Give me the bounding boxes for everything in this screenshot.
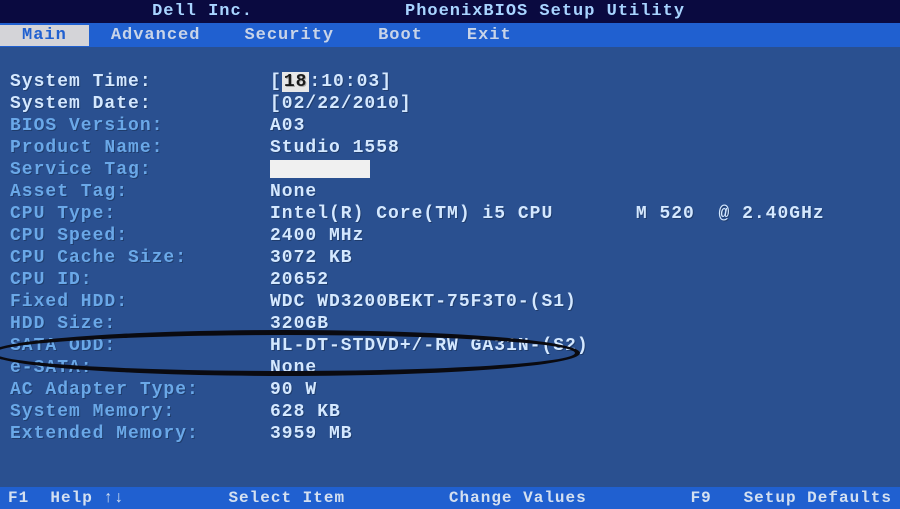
value-product-name: Studio 1558 (270, 137, 890, 159)
footer-change-values: Change Values (449, 489, 587, 507)
label-extended-memory: Extended Memory: (10, 423, 270, 445)
footer-help-bar: F1 Help ↑↓ Select Item Change Values F9 … (0, 487, 900, 509)
time-hour-selected[interactable]: 18 (282, 72, 310, 92)
value-cpu-type: Intel(R) Core(TM) i5 CPU M 520 @ 2.40GHz (270, 203, 890, 225)
main-panel: System Time: [18:10:03] System Date: [02… (0, 47, 900, 487)
tab-exit[interactable]: Exit (445, 25, 534, 46)
footer-f1-help: F1 Help ↑↓ (8, 489, 125, 507)
row-cpu-id: CPU ID: 20652 (10, 269, 890, 291)
row-fixed-hdd: Fixed HDD: WDC WD3200BEKT-75F3T0-(S1) (10, 291, 890, 313)
value-extended-memory: 3959 MB (270, 423, 890, 445)
row-product-name: Product Name: Studio 1558 (10, 137, 890, 159)
row-cpu-speed: CPU Speed: 2400 MHz (10, 225, 890, 247)
tab-main[interactable]: Main (0, 25, 89, 46)
row-system-date[interactable]: System Date: [02/22/2010] (10, 93, 890, 115)
bios-title: PhoenixBIOS Setup Utility (405, 2, 900, 21)
menu-bar: Main Advanced Security Boot Exit (0, 23, 900, 47)
value-cpu-speed: 2400 MHz (270, 225, 890, 247)
label-esata: e-SATA: (10, 357, 270, 379)
row-bios-version: BIOS Version: A03 (10, 115, 890, 137)
label-fixed-hdd: Fixed HDD: (10, 291, 270, 313)
label-cpu-id: CPU ID: (10, 269, 270, 291)
row-asset-tag: Asset Tag: None (10, 181, 890, 203)
row-service-tag: Service Tag: (10, 159, 890, 181)
label-system-memory: System Memory: (10, 401, 270, 423)
row-ac-adapter: AC Adapter Type: 90 W (10, 379, 890, 401)
value-hdd-size: 320GB (270, 313, 890, 335)
label-service-tag: Service Tag: (10, 159, 270, 181)
tab-boot[interactable]: Boot (356, 25, 445, 46)
row-cpu-cache: CPU Cache Size: 3072 KB (10, 247, 890, 269)
label-asset-tag: Asset Tag: (10, 181, 270, 203)
value-ac-adapter: 90 W (270, 379, 890, 401)
bios-header: Dell Inc. PhoenixBIOS Setup Utility (0, 0, 900, 23)
tab-advanced[interactable]: Advanced (89, 25, 223, 46)
value-cpu-id: 20652 (270, 269, 890, 291)
tab-security[interactable]: Security (222, 25, 356, 46)
row-esata: e-SATA: None (10, 357, 890, 379)
label-bios-version: BIOS Version: (10, 115, 270, 137)
row-system-memory: System Memory: 628 KB (10, 401, 890, 423)
row-cpu-type: CPU Type: Intel(R) Core(TM) i5 CPU M 520… (10, 203, 890, 225)
value-system-time[interactable]: [18:10:03] (270, 71, 890, 93)
value-service-tag (270, 159, 890, 181)
label-product-name: Product Name: (10, 137, 270, 159)
value-system-memory: 628 KB (270, 401, 890, 423)
service-tag-redacted (270, 160, 370, 178)
value-sata-odd: HL-DT-STDVD+/-RW GA31N-(S2) (270, 335, 890, 357)
label-sata-odd: SATA ODD: (10, 335, 270, 357)
value-cpu-cache: 3072 KB (270, 247, 890, 269)
value-esata: None (270, 357, 890, 379)
row-extended-memory: Extended Memory: 3959 MB (10, 423, 890, 445)
manufacturer-label: Dell Inc. (0, 2, 405, 21)
label-system-time: System Time: (10, 71, 270, 93)
label-cpu-cache: CPU Cache Size: (10, 247, 270, 269)
row-sata-odd: SATA ODD: HL-DT-STDVD+/-RW GA31N-(S2) (10, 335, 890, 357)
footer-f9-defaults: F9 Setup Defaults (691, 489, 892, 507)
row-hdd-size: HDD Size: 320GB (10, 313, 890, 335)
label-ac-adapter: AC Adapter Type: (10, 379, 270, 401)
value-bios-version: A03 (270, 115, 890, 137)
label-system-date: System Date: (10, 93, 270, 115)
footer-select-item: Select Item (228, 489, 345, 507)
value-fixed-hdd: WDC WD3200BEKT-75F3T0-(S1) (270, 291, 890, 313)
row-system-time[interactable]: System Time: [18:10:03] (10, 71, 890, 93)
value-asset-tag: None (270, 181, 890, 203)
label-cpu-type: CPU Type: (10, 203, 270, 225)
label-cpu-speed: CPU Speed: (10, 225, 270, 247)
value-system-date[interactable]: [02/22/2010] (270, 93, 890, 115)
label-hdd-size: HDD Size: (10, 313, 270, 335)
